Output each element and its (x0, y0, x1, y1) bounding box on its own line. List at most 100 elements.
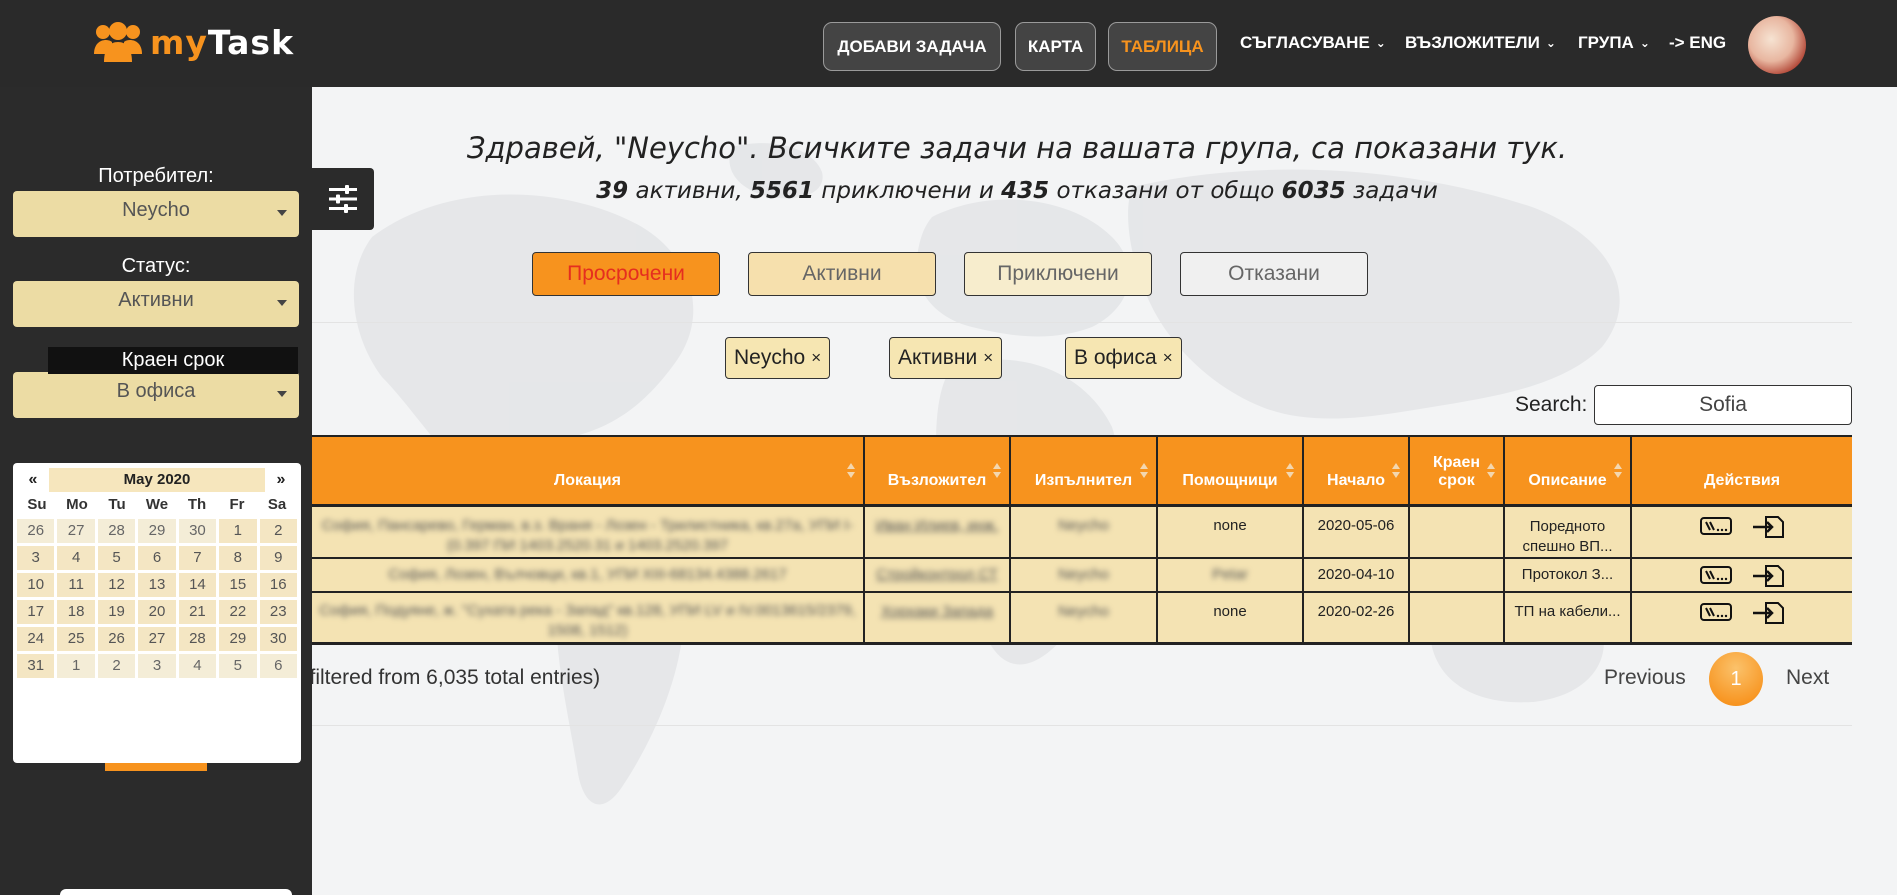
remove-tag-icon[interactable]: × (983, 348, 993, 368)
filter-toggle-button[interactable] (312, 168, 374, 230)
assigners-menu[interactable]: ВЪЗЛОЖИТЕЛИ ⌄ (1405, 33, 1556, 53)
assigner-link[interactable]: Стройконтрол СТ (876, 565, 998, 591)
calendar-day[interactable]: 8 (219, 546, 257, 570)
calendar-day[interactable]: 9 (259, 546, 297, 570)
cell-description: ТП на кабели... (1505, 593, 1632, 642)
calendar-day[interactable]: 28 (178, 627, 217, 651)
calendar-day[interactable]: 11 (57, 573, 95, 597)
calendar-day[interactable]: 22 (219, 600, 257, 624)
table-button[interactable]: ТАБЛИЦА (1108, 22, 1217, 71)
map-button[interactable]: КАРТА (1015, 22, 1096, 71)
calendar-day[interactable]: 10 (17, 573, 55, 597)
calendar-day[interactable]: 21 (178, 600, 217, 624)
move-file-icon[interactable] (1752, 516, 1784, 538)
user-filter-select[interactable]: Neycho (13, 191, 299, 237)
calendar-day[interactable]: 19 (97, 600, 136, 624)
calendar-day[interactable]: 6 (259, 654, 297, 678)
calendar-day[interactable]: 28 (97, 519, 136, 543)
assigner-link[interactable]: Иван Илиев, инж. (876, 516, 999, 557)
calendar-day[interactable]: 3 (17, 546, 55, 570)
move-file-icon[interactable] (1752, 565, 1784, 587)
page-number-button[interactable]: 1 (1709, 652, 1763, 706)
calendar-day[interactable]: 29 (219, 627, 257, 651)
calendar-day[interactable]: 27 (57, 519, 95, 543)
top-navbar: myTask ДОБАВИ ЗАДАЧА КАРТА ТАБЛИЦА СЪГЛА… (0, 0, 1897, 87)
calendar-day[interactable]: 1 (219, 519, 257, 543)
add-task-button[interactable]: ДОБАВИ ЗАДАЧА (823, 22, 1001, 71)
status-filter-select[interactable]: Активни (13, 281, 299, 327)
calendar-day[interactable]: 6 (138, 546, 176, 570)
language-switch[interactable]: -> ENG (1669, 33, 1726, 53)
app-logo[interactable]: myTask (92, 20, 294, 64)
calendar-day[interactable]: 17 (17, 600, 55, 624)
edit-icon[interactable] (1700, 602, 1732, 622)
calendar-day[interactable]: 3 (138, 654, 176, 678)
column-header-actions: Действия (1632, 437, 1852, 504)
prev-month-button[interactable]: « (17, 468, 49, 492)
calendar-day[interactable]: 25 (57, 627, 95, 651)
cell-start: 2020-02-26 (1304, 593, 1410, 642)
table-row[interactable]: София, Пансарево, Герман, в.з. Враня - Л… (312, 507, 1852, 559)
cell-deadline (1410, 559, 1505, 591)
calendar-day[interactable]: 14 (178, 573, 217, 597)
active-filter-button[interactable]: Активни (748, 252, 936, 296)
edit-icon[interactable] (1700, 516, 1732, 536)
rejected-count: 435 (1001, 178, 1050, 204)
calendar-day[interactable]: 15 (219, 573, 257, 597)
column-header-helpers[interactable]: Помощници (1158, 437, 1304, 504)
calendar-day[interactable]: 4 (57, 546, 95, 570)
calendar-day[interactable]: 24 (17, 627, 55, 651)
approval-menu[interactable]: СЪГЛАСУВАНЕ ⌄ (1240, 33, 1386, 53)
remove-tag-icon[interactable]: × (1163, 348, 1173, 368)
caret-down-icon (277, 300, 287, 306)
group-menu-label: ГРУПА (1578, 33, 1634, 52)
avatar[interactable] (1748, 16, 1806, 74)
calendar-day[interactable]: 23 (259, 600, 297, 624)
column-header-executor[interactable]: Изпълнител (1011, 437, 1158, 504)
calendar-day[interactable]: 20 (138, 600, 176, 624)
calendar-day[interactable]: 4 (178, 654, 217, 678)
column-header-start[interactable]: Начало (1304, 437, 1410, 504)
rejected-filter-button[interactable]: Отказани (1180, 252, 1368, 296)
edit-icon[interactable] (1700, 565, 1732, 585)
assigner-link[interactable]: Хорхаки Запада (881, 602, 993, 642)
table-row[interactable]: София, Подуяне, ж. "Сухата река - Запад"… (312, 593, 1852, 645)
calendar-day[interactable]: 31 (17, 654, 55, 678)
location-filter-select[interactable]: В офиса (13, 372, 299, 418)
next-page-button[interactable]: Next (1786, 666, 1829, 690)
column-header-assigner[interactable]: Възложител (865, 437, 1011, 504)
calendar-day[interactable]: 16 (259, 573, 297, 597)
location-text: София, Лозен, Вълчовци, кв.1, УПИ XIII-6… (388, 566, 787, 583)
calendar-day[interactable]: 29 (138, 519, 176, 543)
search-input[interactable] (1594, 385, 1852, 425)
calendar-day[interactable]: 13 (138, 573, 176, 597)
calendar-day[interactable]: 1 (57, 654, 95, 678)
overdue-filter-button[interactable]: Просрочени (532, 252, 720, 296)
calendar-day[interactable]: 5 (97, 546, 136, 570)
calendar-day[interactable]: 30 (178, 519, 217, 543)
user-filter-label: Потребител: (98, 165, 214, 187)
calendar-day[interactable]: 5 (219, 654, 257, 678)
calendar-day[interactable]: 2 (259, 519, 297, 543)
calendar-day[interactable]: 27 (138, 627, 176, 651)
description-text-line2: спешно ВП... (1522, 537, 1613, 555)
calendar-month-title[interactable]: May 2020 (49, 468, 265, 492)
calendar-day[interactable]: 7 (178, 546, 217, 570)
done-filter-button[interactable]: Приключени (964, 252, 1152, 296)
column-header-description[interactable]: Описание (1505, 437, 1632, 504)
calendar-day[interactable]: 26 (97, 627, 136, 651)
calendar-day[interactable]: 26 (17, 519, 55, 543)
table-row[interactable]: София, Лозен, Вълчовци, кв.1, УПИ XIII-6… (312, 559, 1852, 593)
remove-tag-icon[interactable]: × (811, 348, 821, 368)
previous-page-button[interactable]: Previous (1604, 666, 1686, 690)
calendar-day[interactable]: 30 (259, 627, 297, 651)
group-menu[interactable]: ГРУПА ⌄ (1578, 33, 1650, 53)
next-month-button[interactable]: » (265, 468, 297, 492)
date-picker-calendar: « May 2020 » Su Mo Tu We Th Fr Sa 26 27 28 29 30 1 2… (13, 463, 301, 763)
move-file-icon[interactable] (1752, 602, 1784, 624)
column-header-deadline[interactable]: Краен срок (1410, 437, 1505, 504)
calendar-day[interactable]: 2 (97, 654, 136, 678)
column-header-location[interactable]: Локация (312, 437, 865, 504)
calendar-day[interactable]: 12 (97, 573, 136, 597)
calendar-day[interactable]: 18 (57, 600, 95, 624)
